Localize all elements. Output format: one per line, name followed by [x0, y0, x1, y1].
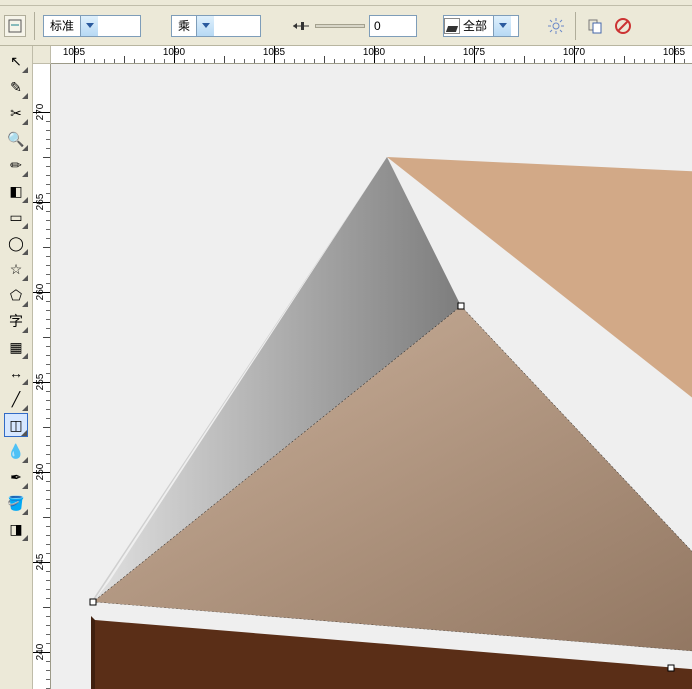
outline-tool[interactable]: ✒	[4, 465, 28, 489]
basic-shapes-tool-icon: ⬠	[10, 288, 22, 302]
polygon-tool-icon: ☆	[10, 262, 23, 276]
light-source-button[interactable]	[545, 15, 567, 37]
chevron-down-icon	[80, 16, 98, 36]
freehand-tool[interactable]: ✏	[4, 153, 28, 177]
eyedropper-tool-icon: 💧	[7, 444, 24, 458]
chevron-down-icon	[493, 16, 511, 36]
chevron-down-icon	[196, 16, 214, 36]
shape-edit-tool-icon: ✎	[10, 80, 22, 94]
v-ruler-label: 240	[35, 644, 46, 661]
offset-control[interactable]: 0	[291, 15, 417, 37]
ruler-origin[interactable]	[33, 46, 51, 64]
shape-edit-tool[interactable]: ✎	[4, 75, 28, 99]
h-ruler-label: 1070	[563, 47, 585, 58]
pick-tool-icon: ↖	[10, 54, 22, 68]
blend-dropdown-value: 乘	[172, 17, 196, 34]
offset-icon	[291, 19, 311, 33]
v-ruler-label: 250	[35, 464, 46, 481]
fill-tool-icon: 🪣	[7, 496, 24, 510]
connector-tool[interactable]: ╱	[4, 387, 28, 411]
v-ruler-label: 270	[35, 104, 46, 121]
text-tool-icon: 字	[9, 314, 23, 328]
options-bar: 标准 乘 0 全部	[0, 6, 692, 46]
fill-tool[interactable]: 🪣	[4, 491, 28, 515]
selection-handle[interactable]	[90, 599, 97, 606]
tool-preset-icon[interactable]	[4, 15, 26, 37]
ellipse-tool-icon: ◯	[8, 236, 24, 250]
outline-tool-icon: ✒	[10, 470, 22, 484]
crop-tool-icon: ✂	[10, 106, 22, 120]
smart-fill-tool-icon: ◧	[9, 184, 22, 198]
v-ruler-label: 255	[35, 374, 46, 391]
layer-dropdown[interactable]: 全部	[443, 15, 519, 37]
freehand-tool-icon: ✏	[10, 158, 22, 172]
dimension-tool[interactable]: ↔	[4, 361, 28, 385]
interactive-tool[interactable]: ◫	[4, 413, 28, 437]
artwork	[51, 64, 692, 689]
rectangle-tool[interactable]: ▭	[4, 205, 28, 229]
basic-shapes-tool[interactable]: ⬠	[4, 283, 28, 307]
transparency-tool-icon: ◨	[9, 522, 22, 536]
h-ruler-label: 1080	[363, 47, 385, 58]
transparency-tool[interactable]: ◨	[4, 517, 28, 541]
vertical-ruler[interactable]: 270 265 260 255 250 245 240	[33, 64, 51, 689]
horizontal-ruler[interactable]: 1095 1090 1085 1080 1075 1070 1065	[51, 46, 692, 64]
table-tool-icon: ▦	[9, 340, 22, 354]
polygon-tool[interactable]: ☆	[4, 257, 28, 281]
canvas[interactable]	[51, 64, 692, 689]
h-ruler-label: 1075	[463, 47, 485, 58]
table-tool[interactable]: ▦	[4, 335, 28, 359]
blend-dropdown[interactable]: 乘	[171, 15, 261, 37]
rectangle-tool-icon: ▭	[9, 210, 22, 224]
h-ruler-label: 1090	[163, 47, 185, 58]
h-ruler-label: 1095	[63, 47, 85, 58]
offset-value: 0	[374, 19, 381, 33]
clear-effect-button[interactable]	[612, 15, 634, 37]
v-ruler-label: 245	[35, 554, 46, 571]
dimension-tool-icon: ↔	[9, 366, 23, 380]
selection-handle[interactable]	[458, 303, 465, 310]
eyedropper-tool[interactable]: 💧	[4, 439, 28, 463]
h-ruler-label: 1065	[663, 47, 685, 58]
v-ruler-label: 265	[35, 194, 46, 211]
ellipse-tool[interactable]: ◯	[4, 231, 28, 255]
layer-swatch-icon	[444, 18, 460, 34]
text-tool[interactable]: 字	[4, 309, 28, 333]
zoom-tool-icon: 🔍	[7, 132, 24, 146]
pick-tool[interactable]: ↖	[4, 49, 28, 73]
mode-dropdown[interactable]: 标准	[43, 15, 141, 37]
crop-tool[interactable]: ✂	[4, 101, 28, 125]
offset-input[interactable]: 0	[369, 15, 417, 37]
toolbox: ↖ ✎ ✂ 🔍 ✏ ◧ ▭ ◯ ☆ ⬠ 字 ▦ ↔ ╱ ◫ 💧 ✒ 🪣 ◨	[0, 46, 33, 689]
offset-slider[interactable]	[315, 24, 365, 28]
layer-dropdown-value: 全部	[463, 17, 493, 34]
selection-handle[interactable]	[668, 665, 675, 672]
zoom-tool[interactable]: 🔍	[4, 127, 28, 151]
copy-properties-button[interactable]	[584, 15, 606, 37]
smart-fill-tool[interactable]: ◧	[4, 179, 28, 203]
h-ruler-label: 1085	[263, 47, 285, 58]
v-ruler-label: 260	[35, 284, 46, 301]
connector-tool-icon: ╱	[12, 392, 20, 406]
mode-dropdown-value: 标准	[44, 17, 80, 34]
